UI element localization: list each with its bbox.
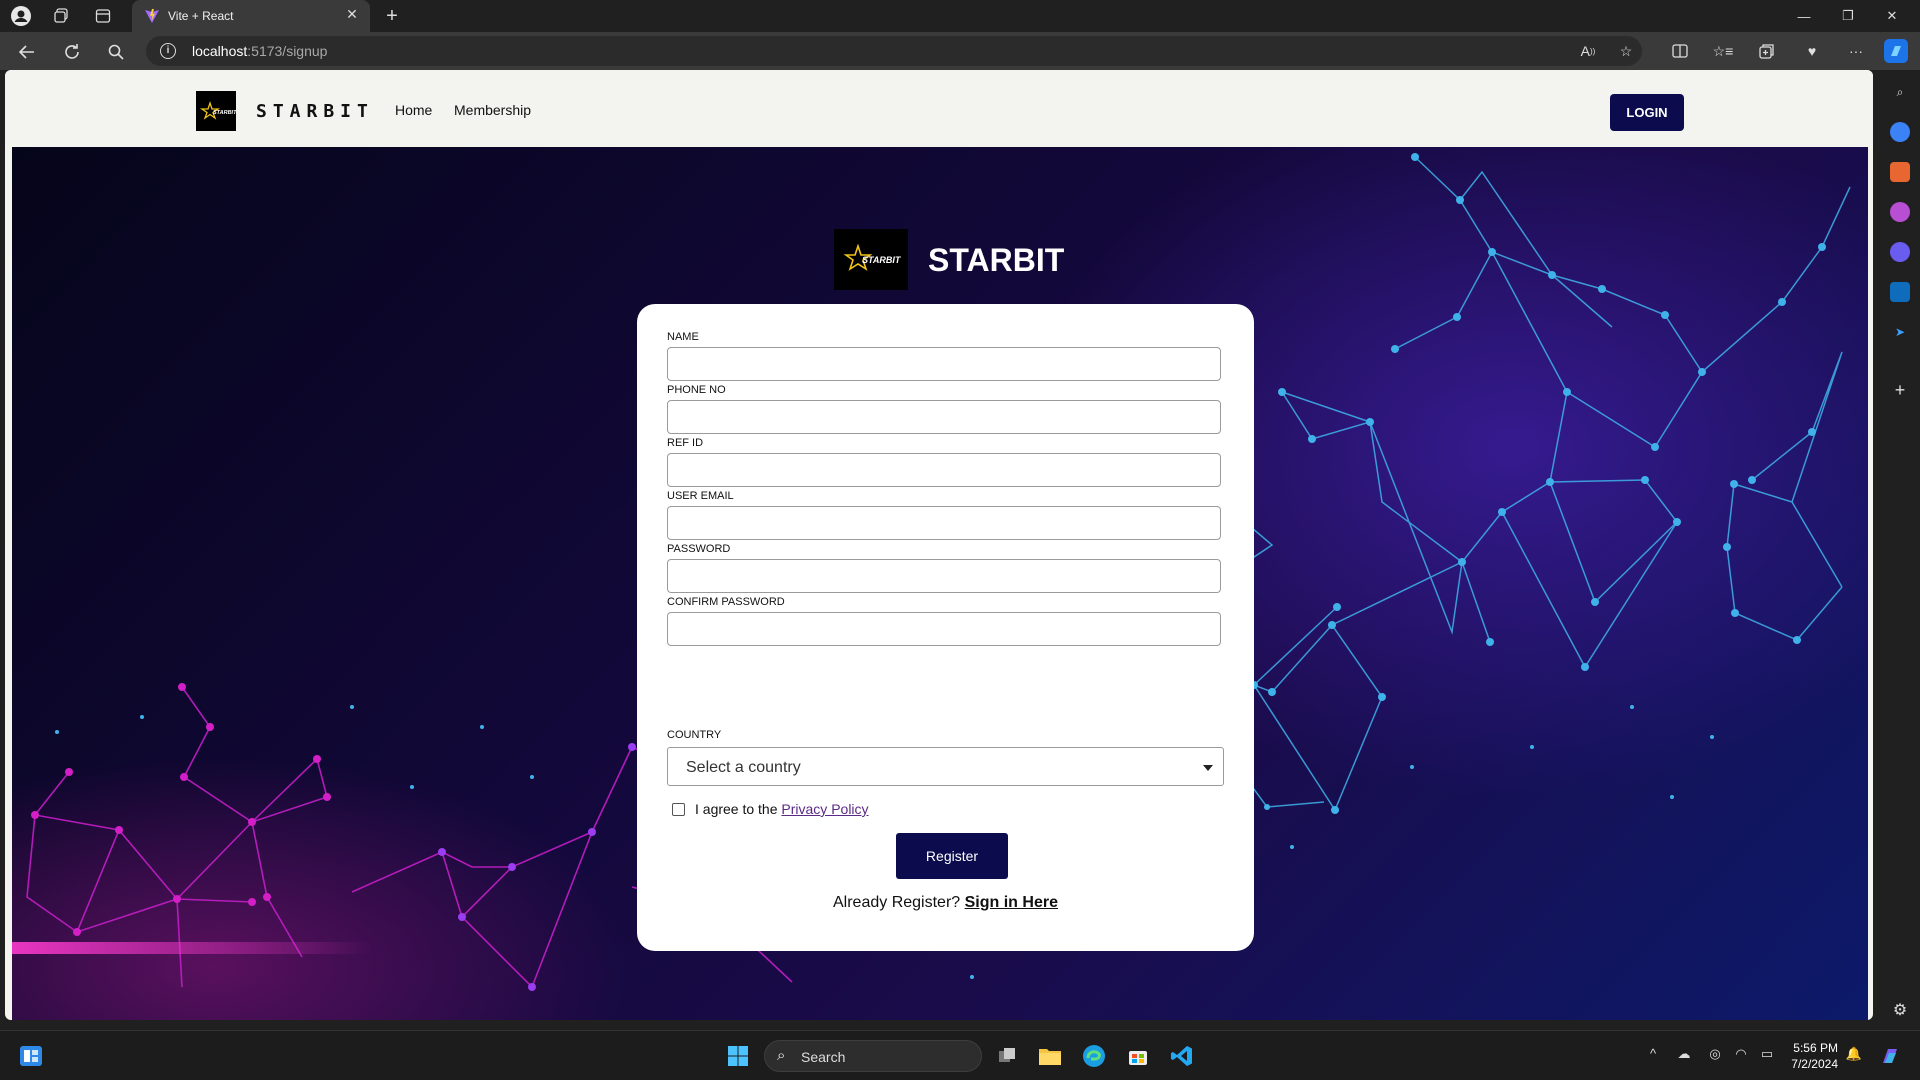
sidebar-shopping-icon[interactable]: [1890, 122, 1910, 142]
browser-title-bar: Vite + React ✕ + — ❐ ✕: [0, 0, 1920, 32]
edge-sidebar: ⌕ ➤ + ⚙: [1880, 70, 1920, 1030]
refresh-icon[interactable]: [59, 39, 85, 65]
sidebar-games-icon[interactable]: [1890, 202, 1910, 222]
password-input[interactable]: [667, 559, 1221, 593]
more-options-icon[interactable]: ···: [1844, 39, 1868, 63]
confirm-password-label: CONFIRM PASSWORD: [667, 596, 785, 608]
language-icon[interactable]: ◎: [1705, 1046, 1725, 1062]
nav-membership-link[interactable]: Membership: [454, 102, 531, 118]
tab-close-icon[interactable]: ✕: [342, 6, 362, 23]
browser-essentials-icon[interactable]: ♥: [1800, 39, 1824, 63]
name-label: NAME: [667, 331, 699, 343]
site-info-icon[interactable]: i: [160, 43, 176, 59]
vscode-icon[interactable]: [1168, 1042, 1196, 1070]
signin-link[interactable]: Sign in Here: [965, 894, 1058, 911]
sidebar-add-icon[interactable]: +: [1890, 380, 1910, 400]
header-logo[interactable]: STARBIT: [196, 91, 237, 131]
new-tab-button[interactable]: +: [380, 4, 404, 28]
split-screen-icon[interactable]: [1668, 39, 1692, 63]
onedrive-icon[interactable]: ☁: [1674, 1046, 1694, 1062]
vite-favicon-icon: [145, 9, 159, 23]
edge-icon[interactable]: [1080, 1042, 1108, 1070]
register-button[interactable]: Register: [896, 833, 1008, 879]
url-text[interactable]: localhost:5173/signup: [192, 43, 327, 59]
email-label: USER EMAIL: [667, 490, 734, 502]
close-window-icon[interactable]: ✕: [1870, 0, 1914, 32]
country-label: COUNTRY: [667, 729, 722, 741]
ref-id-label: REF ID: [667, 437, 704, 449]
ref-id-input[interactable]: [667, 453, 1221, 487]
form-logo: STARBIT: [834, 229, 908, 290]
password-label: PASSWORD: [667, 543, 731, 555]
privacy-policy-link[interactable]: Privacy Policy: [781, 801, 868, 817]
site-header: STARBIT STARBIT Home Membership LOGIN: [5, 70, 1873, 146]
signup-hero: STARBIT STARBIT NAME PHONE NO REF ID USE…: [12, 147, 1868, 1020]
notifications-icon[interactable]: 🔔: [1844, 1046, 1864, 1062]
read-aloud-icon[interactable]: A)): [1576, 39, 1600, 63]
country-select[interactable]: Select a country: [667, 747, 1224, 786]
vertical-tabs-icon[interactable]: [91, 4, 115, 28]
copilot-taskbar-icon[interactable]: [1876, 1042, 1904, 1070]
tab-vite-react[interactable]: Vite + React ✕: [132, 0, 370, 32]
email-input[interactable]: [667, 506, 1221, 540]
sidebar-send-icon[interactable]: ➤: [1890, 322, 1910, 342]
start-icon[interactable]: [724, 1042, 752, 1070]
header-brand-name[interactable]: STARBIT: [256, 101, 374, 122]
favorites-icon[interactable]: ☆≡: [1711, 39, 1735, 63]
caret-down-icon: [1203, 765, 1213, 771]
taskbar-search-text: Search: [801, 1049, 846, 1065]
sidebar-copilot-icon[interactable]: [1890, 242, 1910, 262]
sidebar-settings-icon[interactable]: ⚙: [1890, 1000, 1910, 1020]
address-bar[interactable]: i localhost:5173/signup A)) ☆: [146, 36, 1642, 66]
sidebar-search-icon[interactable]: ⌕: [1890, 82, 1910, 102]
taskbar-clock[interactable]: 5:56 PM 7/2/2024: [1791, 1040, 1838, 1072]
browser-toolbar: i localhost:5173/signup A)) ☆ ☆≡ ♥ ···: [0, 32, 1920, 70]
back-icon[interactable]: [14, 39, 40, 65]
phone-label: PHONE NO: [667, 384, 726, 396]
taskbar-search[interactable]: ⌕ Search: [764, 1040, 982, 1072]
country-select-value: Select a country: [686, 759, 801, 776]
form-brand-name: STARBIT: [928, 242, 1065, 278]
favorite-star-icon[interactable]: ☆: [1614, 39, 1638, 63]
nav-home-link[interactable]: Home: [395, 102, 432, 118]
collections-icon[interactable]: [1755, 39, 1779, 63]
sidebar-outlook-icon[interactable]: [1890, 282, 1910, 302]
widgets-icon[interactable]: [17, 1042, 45, 1070]
agree-checkbox[interactable]: [672, 803, 685, 816]
page-viewport: STARBIT STARBIT Home Membership LOGIN ST…: [5, 70, 1873, 1020]
restore-icon[interactable]: ❐: [1826, 0, 1870, 32]
store-icon[interactable]: [1124, 1042, 1152, 1070]
taskbar: ⌕ Search ^ ☁ ◎ ◠ ▭ 5:56 PM 7/2/2024 🔔: [0, 1030, 1920, 1080]
clock-time: 5:56 PM: [1793, 1041, 1838, 1055]
minimize-icon[interactable]: —: [1782, 0, 1826, 32]
wifi-icon[interactable]: ◠: [1731, 1046, 1751, 1062]
login-button[interactable]: LOGIN: [1610, 94, 1684, 131]
sidebar-tools-icon[interactable]: [1890, 162, 1910, 182]
name-input[interactable]: [667, 347, 1221, 381]
clock-date: 7/2/2024: [1791, 1057, 1838, 1071]
file-explorer-icon[interactable]: [1036, 1042, 1064, 1070]
agree-text: I agree to the Privacy Policy: [695, 801, 869, 817]
tray-chevron-icon[interactable]: ^: [1643, 1046, 1663, 1061]
copilot-icon[interactable]: [1884, 39, 1908, 63]
search-icon[interactable]: [103, 39, 129, 65]
svg-text:STARBIT: STARBIT: [213, 110, 236, 116]
tab-title: Vite + React: [168, 9, 234, 23]
profile-icon[interactable]: [9, 4, 33, 28]
confirm-password-input[interactable]: [667, 612, 1221, 646]
workspaces-icon[interactable]: [50, 4, 74, 28]
phone-input[interactable]: [667, 400, 1221, 434]
taskbar-search-icon: ⌕: [777, 1047, 786, 1064]
signin-prompt: Already Register? Sign in Here: [833, 894, 1058, 911]
battery-icon[interactable]: ▭: [1757, 1046, 1777, 1062]
svg-text:STARBIT: STARBIT: [862, 255, 902, 265]
signup-form-card: NAME PHONE NO REF ID USER EMAIL PASSWORD…: [637, 304, 1254, 951]
task-view-icon[interactable]: [993, 1042, 1021, 1070]
